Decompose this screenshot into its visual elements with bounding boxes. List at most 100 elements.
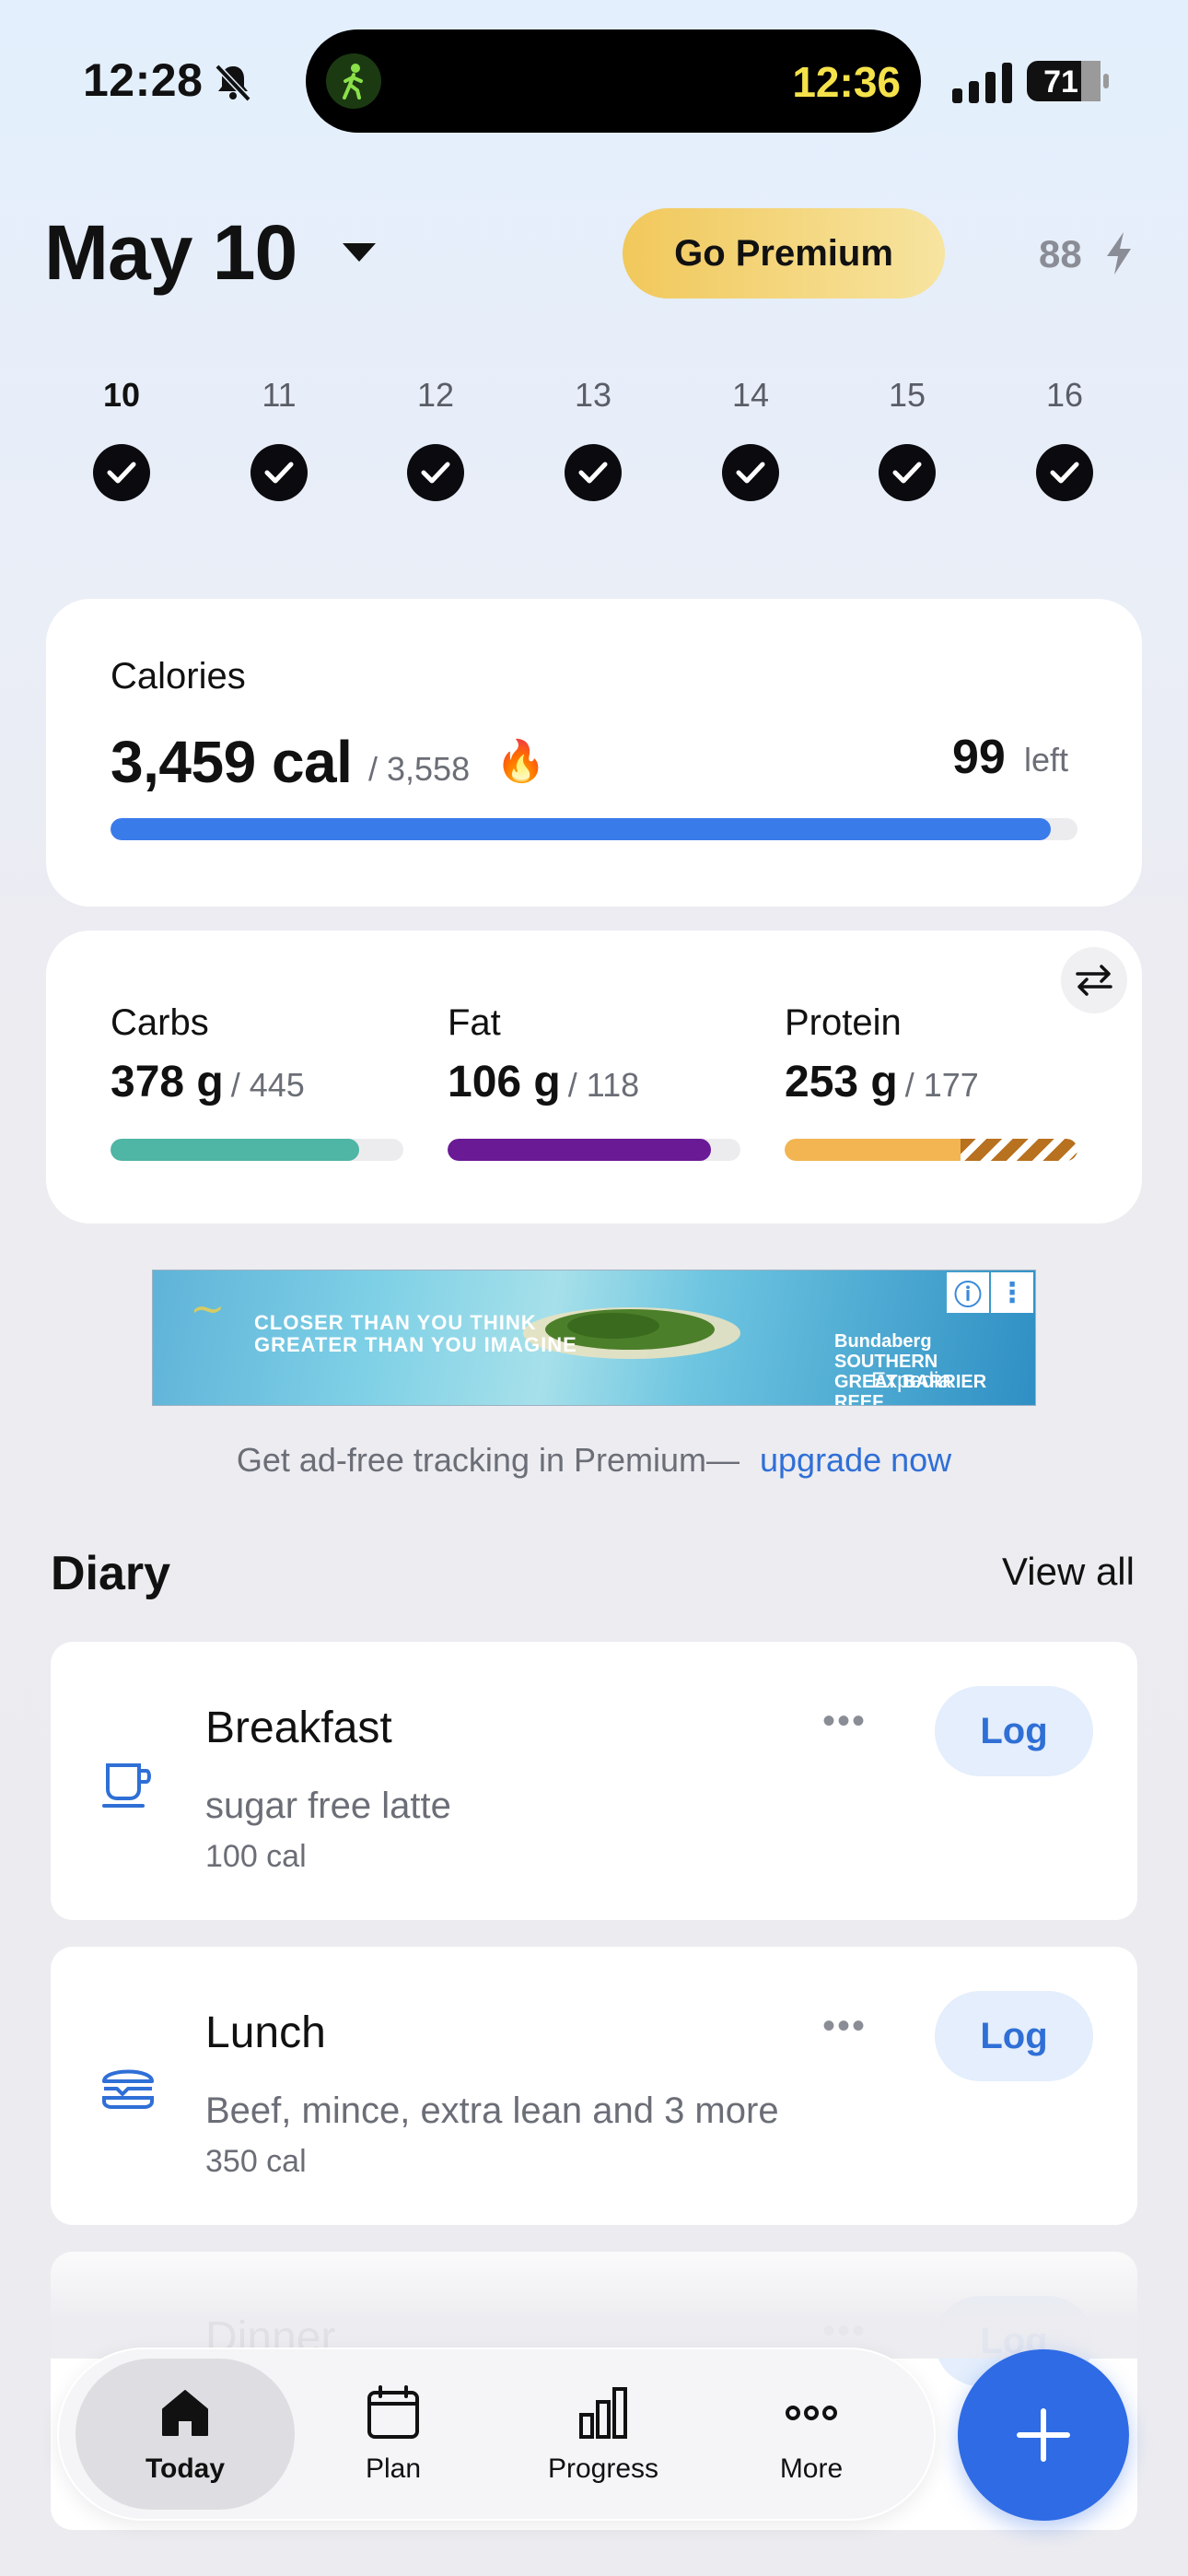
diary-title: Diary xyxy=(51,1547,171,1600)
week-day-12[interactable]: 12 xyxy=(385,376,486,501)
macro-goal: / 445 xyxy=(230,1066,305,1104)
macro-value: 106 g xyxy=(448,1058,561,1107)
macro-progress-fill xyxy=(111,1139,360,1161)
macro-name: Carbs xyxy=(111,1002,209,1043)
calendar-icon xyxy=(364,2383,423,2442)
calories-goal: / 3,558 xyxy=(368,750,471,788)
macro-name: Protein xyxy=(785,1002,902,1043)
meal-calories: 350 cal xyxy=(205,2144,307,2179)
burger-icon xyxy=(99,2057,157,2116)
tab-today[interactable]: Today xyxy=(76,2359,295,2510)
upgrade-text: Get ad-free tracking in Premium— xyxy=(236,1441,740,1479)
week-day-number: 13 xyxy=(574,376,612,414)
walking-icon xyxy=(326,53,381,109)
tab-more[interactable]: More xyxy=(702,2359,921,2510)
meal-items: sugar free latte xyxy=(205,1786,451,1826)
calories-progress-bar xyxy=(111,818,1077,840)
ad-info-icon[interactable]: ⓘ xyxy=(947,1272,989,1313)
ad-partner: Expedia xyxy=(871,1368,951,1393)
week-day-number: 12 xyxy=(416,376,455,414)
ad-more-icon[interactable]: ⋮ xyxy=(991,1272,1033,1313)
battery-percent: 71 xyxy=(1043,64,1078,100)
check-icon xyxy=(722,444,779,501)
log-button[interactable]: Log xyxy=(935,1991,1093,2081)
macro-progress-fill xyxy=(448,1139,712,1161)
macro-carbs: Carbs 378 g/ 445 xyxy=(111,1002,405,1161)
week-day-14[interactable]: 14 xyxy=(700,376,801,501)
macro-value: 253 g xyxy=(785,1058,898,1107)
log-button[interactable]: Log xyxy=(935,1686,1093,1776)
check-icon xyxy=(879,444,936,501)
streak-count[interactable]: 88 xyxy=(1039,232,1082,276)
upgrade-now-link[interactable]: upgrade now xyxy=(760,1441,951,1479)
week-day-15[interactable]: 15 xyxy=(856,376,958,501)
swap-arrows-icon xyxy=(1076,965,1112,996)
check-icon xyxy=(565,444,622,501)
more-options-icon[interactable]: ••• xyxy=(822,1701,867,1742)
meal-items: Beef, mince, extra lean and 3 more xyxy=(205,2090,779,2131)
ad-headline-2: GREATER THAN YOU IMAGINE xyxy=(254,1333,577,1356)
more-dots-icon xyxy=(782,2383,841,2442)
more-options-icon[interactable]: ••• xyxy=(822,2006,867,2047)
meal-card-lunch[interactable]: Lunch Beef, mince, extra lean and 3 more 3… xyxy=(51,1947,1137,2225)
view-all-link[interactable]: View all xyxy=(1002,1550,1135,1594)
week-day-11[interactable]: 11 xyxy=(228,376,330,501)
week-day-16[interactable]: 16 xyxy=(1014,376,1115,501)
battery-indicator: 71 xyxy=(1026,59,1111,103)
add-button[interactable] xyxy=(958,2349,1129,2521)
bar-chart-icon xyxy=(574,2383,633,2442)
island-timer: 12:36 xyxy=(792,58,901,106)
tab-label: Progress xyxy=(547,2453,659,2484)
calories-left-label: left xyxy=(1024,741,1069,779)
scroll-fade xyxy=(0,2230,1188,2359)
week-day-number: 14 xyxy=(731,376,770,414)
week-day-number: 16 xyxy=(1045,376,1084,414)
meal-name: Lunch xyxy=(205,2008,326,2057)
calories-left-value: 99 xyxy=(952,731,1006,784)
date-title[interactable]: May 10 xyxy=(44,208,297,298)
macro-goal: / 177 xyxy=(904,1066,979,1104)
week-day-number: 11 xyxy=(262,376,297,414)
meal-calories: 100 cal xyxy=(205,1839,307,1874)
calories-consumed: 3,459 cal xyxy=(111,729,353,795)
macro-over-fill xyxy=(960,1139,1077,1161)
macro-name: Fat xyxy=(448,1002,501,1043)
calories-progress-fill xyxy=(111,818,1051,840)
tab-progress[interactable]: Progress xyxy=(494,2359,713,2510)
caret-down-icon[interactable] xyxy=(341,241,378,263)
macro-progress-bar xyxy=(111,1139,403,1161)
lightning-bolt-icon xyxy=(1107,232,1131,275)
upgrade-prompt: Get ad-free tracking in Premium— upgrade … xyxy=(0,1441,1188,1480)
week-day-10[interactable]: 10 xyxy=(71,376,172,501)
go-premium-button[interactable]: Go Premium xyxy=(623,208,945,299)
ad-headline-1: CLOSER THAN YOU THINK xyxy=(254,1311,537,1334)
tab-label: Plan xyxy=(365,2453,422,2484)
meal-name: Breakfast xyxy=(205,1704,392,1752)
tab-label: More xyxy=(779,2453,844,2484)
macro-protein: Protein 253 g/ 177 xyxy=(785,1002,1079,1161)
plus-icon xyxy=(1017,2408,1070,2462)
macro-progress-fill xyxy=(785,1139,961,1161)
meal-card-breakfast[interactable]: Breakfast sugar free latte 100 cal ••• Log xyxy=(51,1642,1137,1920)
check-icon xyxy=(250,444,308,501)
week-day-number: 15 xyxy=(888,376,926,414)
bell-muted-icon xyxy=(215,64,251,102)
macro-fat: Fat 106 g/ 118 xyxy=(448,1002,742,1161)
macro-progress-bar xyxy=(785,1139,1077,1161)
cellular-signal-icon xyxy=(952,63,1012,103)
week-day-13[interactable]: 13 xyxy=(542,376,644,501)
ad-script-decoration: ~ xyxy=(190,1283,226,1333)
check-icon xyxy=(93,444,150,501)
home-icon xyxy=(156,2383,215,2442)
calories-label: Calories xyxy=(111,656,246,697)
week-day-number: 10 xyxy=(102,376,141,414)
tab-label: Today xyxy=(145,2453,226,2484)
macro-goal: / 118 xyxy=(567,1066,640,1104)
status-time: 12:28 xyxy=(83,54,204,106)
tab-plan[interactable]: Plan xyxy=(284,2359,503,2510)
macro-progress-bar xyxy=(448,1139,740,1161)
ad-banner[interactable]: ~ CLOSER THAN YOU THINK GREATER THAN YOU… xyxy=(152,1270,1036,1406)
check-icon xyxy=(1036,444,1093,501)
coffee-cup-icon xyxy=(99,1752,157,1811)
macro-value: 378 g xyxy=(111,1058,224,1107)
